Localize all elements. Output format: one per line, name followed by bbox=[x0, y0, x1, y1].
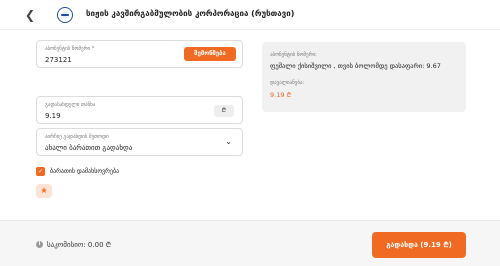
star-icon: ★ bbox=[40, 186, 48, 195]
subscriber-number-field[interactable]: აბონენტის ნომერი * 273121 შემოწმება bbox=[36, 40, 243, 68]
favorite-button[interactable]: ★ bbox=[36, 184, 52, 198]
summary-debt-value: 9.19 ₾ bbox=[270, 91, 292, 99]
subscriber-number-label: აბონენტის ნომერი * bbox=[45, 46, 95, 52]
summary-subscriber-label: აბონენტის ნომერი: bbox=[270, 52, 317, 58]
payment-method-select[interactable]: აირჩიე გადახდის მეთოდი ახალი ბარათით გად… bbox=[36, 128, 243, 156]
chevron-down-icon[interactable]: ⌄ bbox=[225, 137, 232, 146]
save-card-label: ბარათის დამახსოვრება bbox=[50, 168, 120, 175]
amount-input[interactable]: 9.19 bbox=[45, 112, 61, 120]
currency-badge: ₾ bbox=[214, 105, 234, 117]
commission-text: საკომისიო: 0.00 ₾ bbox=[47, 241, 112, 249]
amount-label: გადასახდელი თანხა bbox=[45, 102, 96, 108]
main-panel: აბონენტის ნომერი * 273121 შემოწმება 2731… bbox=[0, 30, 500, 220]
app-header: ❮ სიჟის კავშირგაბმულობის კორპორაცია (რუს… bbox=[0, 0, 500, 30]
back-icon[interactable]: ❮ bbox=[22, 7, 38, 23]
payment-method-value: ახალი ბარათით გადახდა bbox=[45, 144, 133, 152]
company-logo-icon bbox=[57, 7, 73, 23]
check-button[interactable]: შემოწმება bbox=[184, 47, 236, 61]
save-card-checkbox[interactable]: ✓ bbox=[36, 167, 45, 176]
pay-button[interactable]: გადახდა (9.19 ₾) bbox=[372, 232, 466, 258]
amount-field[interactable]: გადასახდელი თანხა 9.19 ₾ bbox=[36, 96, 243, 124]
summary-debt-label: დავალიანება: bbox=[270, 80, 305, 86]
footer-bar: i საკომისიო: 0.00 ₾ გადახდა (9.19 ₾) bbox=[0, 220, 500, 266]
summary-card: აბონენტის ნომერი: ფეშალი ქისიშვილი , თვი… bbox=[262, 42, 466, 112]
info-icon: i bbox=[36, 241, 43, 248]
summary-subscriber-value: ფეშალი ქისიშვილი , თვის ბოლომდე დასაფარი… bbox=[270, 62, 441, 70]
subscriber-number-input[interactable]: 273121 bbox=[45, 56, 72, 64]
page-title: სიჟის კავშირგაბმულობის კორპორაცია (რუსთა… bbox=[86, 9, 295, 18]
payment-method-label: აირჩიე გადახდის მეთოდი bbox=[45, 134, 109, 140]
